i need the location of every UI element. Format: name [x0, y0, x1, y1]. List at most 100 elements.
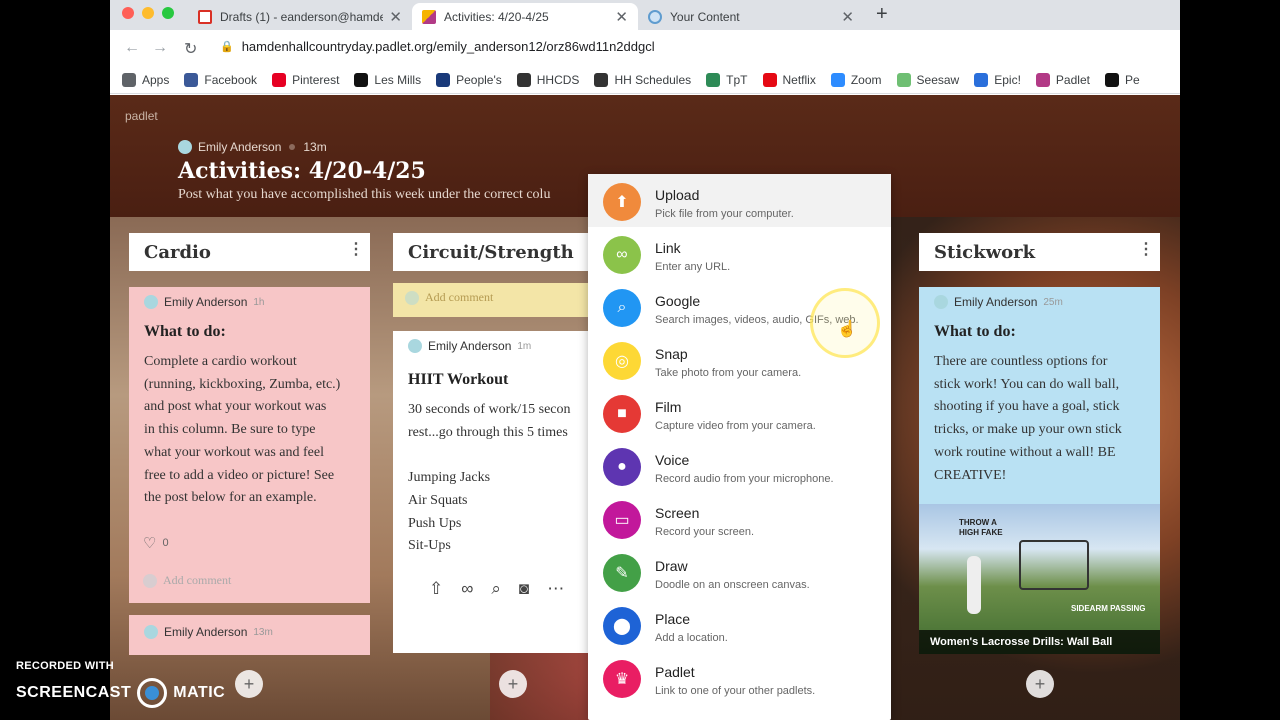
bookmark-les-mills[interactable]: Les Mills — [354, 72, 421, 87]
menu-item-description: Record your screen. — [655, 526, 755, 538]
hhcds-icon — [516, 72, 531, 87]
bookmark-label: Epic! — [994, 72, 1021, 87]
magnifier-icon[interactable]: ⌕ — [491, 579, 501, 599]
column-header-circuit: Circuit/Strength — [393, 233, 593, 271]
column-header-stickwork: Stickwork ⋮ — [919, 233, 1160, 271]
menu-item-draw[interactable]: ✎ Draw Doodle on an onscreen canvas. — [588, 545, 891, 598]
menu-item-padlet[interactable]: ♛ Padlet Link to one of your other padlets… — [588, 651, 891, 704]
tab-activities[interactable]: Activities: 4/20-4/25 ✕ — [412, 3, 638, 30]
bookmark-hhcds[interactable]: HHCDS — [516, 72, 580, 87]
add-comment-field[interactable]: Add comment — [143, 573, 231, 588]
bookmark-apps[interactable]: Apps — [122, 72, 170, 87]
gmail-icon — [198, 9, 212, 24]
board-time: 13m — [303, 140, 327, 154]
more-options-icon[interactable]: ⋮ — [348, 239, 364, 258]
author-name: Emily Anderson — [428, 339, 512, 353]
heart-icon: ♡ — [143, 535, 157, 552]
post-card-cardio[interactable]: Emily Anderson 1h What to do: Complete a… — [129, 287, 370, 603]
more-icon[interactable]: ⋯ — [547, 579, 564, 599]
menu-item-link[interactable]: ∞ Link Enter any URL. — [588, 227, 891, 280]
add-comment-field[interactable]: Add comment — [405, 290, 493, 305]
menu-item-voice[interactable]: ● Voice Record audio from your microphone. — [588, 439, 891, 492]
menu-item-label: Padlet — [655, 664, 695, 680]
back-arrow-icon[interactable]: ← — [124, 39, 140, 57]
bookmark-label: Netflix — [782, 72, 816, 87]
menu-item-label: Screen — [655, 505, 700, 521]
post-time: 13m — [253, 626, 273, 638]
separator-dot — [289, 144, 296, 150]
close-window-button[interactable] — [122, 7, 134, 19]
tab-gmail[interactable]: Drafts (1) - eanderson@hamde ✕ — [188, 3, 412, 30]
more-options-icon[interactable]: ⋮ — [1138, 239, 1154, 258]
camera-icon[interactable]: ◙ — [519, 579, 529, 599]
avatar — [178, 140, 192, 154]
upload-icon[interactable]: ⇧ — [429, 579, 443, 599]
epic-icon — [974, 72, 989, 87]
forward-arrow-icon[interactable]: → — [152, 39, 168, 57]
menu-item-screen[interactable]: ▭ Screen Record your screen. — [588, 492, 891, 545]
bookmark-label: TpT — [726, 72, 748, 87]
author-name: Emily Anderson — [164, 625, 248, 639]
video-thumbnail[interactable]: THROW A HIGH FAKE SIDEARM PASSING Women'… — [919, 504, 1160, 654]
like-button[interactable]: ♡ 0 — [143, 534, 169, 552]
add-comment-strip[interactable]: Add comment — [393, 283, 593, 317]
bookmark-tpt[interactable]: TpT — [706, 72, 748, 87]
pinterest-icon — [272, 72, 287, 87]
bookmark-hh-schedules[interactable]: HH Schedules — [594, 72, 691, 87]
post-card-cardio-2[interactable]: Emily Anderson 13m — [129, 615, 370, 655]
tpt-icon — [706, 72, 721, 87]
attachment-menu: ⬆ Upload Pick file from your computer. ∞ Lin… — [588, 174, 891, 720]
netflix-icon — [762, 72, 777, 87]
menu-item-film[interactable]: ■ Film Capture video from your camera. — [588, 386, 891, 439]
padlet-logo[interactable]: padlet — [125, 109, 158, 123]
new-tab-button[interactable]: + — [876, 3, 888, 26]
bookmark-pe[interactable]: Pe — [1104, 72, 1140, 87]
watermark-line1: RECORDED WITH — [16, 660, 115, 672]
lesmills-icon — [354, 72, 369, 87]
menu-item-description: Add a location. — [655, 632, 728, 644]
menu-item-label: Upload — [655, 187, 700, 203]
bookmark-zoom[interactable]: Zoom — [830, 72, 882, 87]
bookmark-people-s[interactable]: People's — [436, 72, 502, 87]
minimize-window-button[interactable] — [142, 7, 154, 19]
padlet-crown-icon: ♛ — [603, 660, 641, 698]
menu-item-upload[interactable]: ⬆ Upload Pick file from your computer. — [588, 174, 891, 227]
post-body-text: Complete a cardio workout (running, kick… — [144, 354, 341, 506]
avatar — [143, 573, 157, 588]
add-comment-placeholder: Add comment — [425, 290, 494, 304]
zoom-icon — [830, 72, 845, 87]
bookmark-facebook[interactable]: Facebook — [184, 72, 257, 87]
bookmark-label: Apps — [142, 72, 170, 87]
menu-item-place[interactable]: ⬤ Place Add a location. — [588, 598, 891, 651]
bookmark-seesaw[interactable]: Seesaw — [896, 72, 959, 87]
bookmark-label: HHCDS — [536, 72, 580, 87]
bookmark-label: People's — [456, 72, 502, 87]
page-title: Activities: 4/20-4/25 — [178, 158, 426, 184]
avatar — [405, 290, 419, 305]
post-time: 1m — [517, 340, 532, 352]
camera-icon: ◎ — [603, 342, 641, 380]
maximize-window-button[interactable] — [162, 7, 174, 19]
add-post-button[interactable]: + — [235, 670, 263, 698]
post-card-hiit[interactable]: Emily Anderson 1m HIIT Workout 30 second… — [393, 331, 593, 653]
link-icon[interactable]: ∞ — [461, 579, 473, 599]
address-bar[interactable]: 🔒 hamdenhallcountryday.padlet.org/emily_… — [220, 39, 655, 54]
reload-icon[interactable]: ↻ — [184, 39, 197, 59]
bookmark-epic-[interactable]: Epic! — [974, 72, 1021, 87]
tab-your-content[interactable]: Your Content ✕ — [638, 3, 864, 30]
close-icon[interactable]: ✕ — [841, 8, 854, 26]
add-post-button[interactable]: + — [499, 670, 527, 698]
post-title: What to do: — [934, 323, 1016, 340]
bookmark-label: Zoom — [850, 72, 882, 87]
padlet-icon — [422, 9, 436, 24]
add-post-button[interactable]: + — [1026, 670, 1054, 698]
close-icon[interactable]: ✕ — [615, 8, 628, 26]
bookmark-padlet[interactable]: Padlet — [1035, 72, 1090, 87]
menu-item-description: Doodle on an onscreen canvas. — [655, 579, 810, 591]
screen-record-icon: ▭ — [603, 501, 641, 539]
bookmark-netflix[interactable]: Netflix — [762, 72, 816, 87]
link-icon: ∞ — [603, 236, 641, 274]
bookmark-pinterest[interactable]: Pinterest — [272, 72, 339, 87]
post-card-stickwork[interactable]: Emily Anderson 25m What to do: There are… — [919, 287, 1160, 654]
close-icon[interactable]: ✕ — [389, 8, 402, 26]
